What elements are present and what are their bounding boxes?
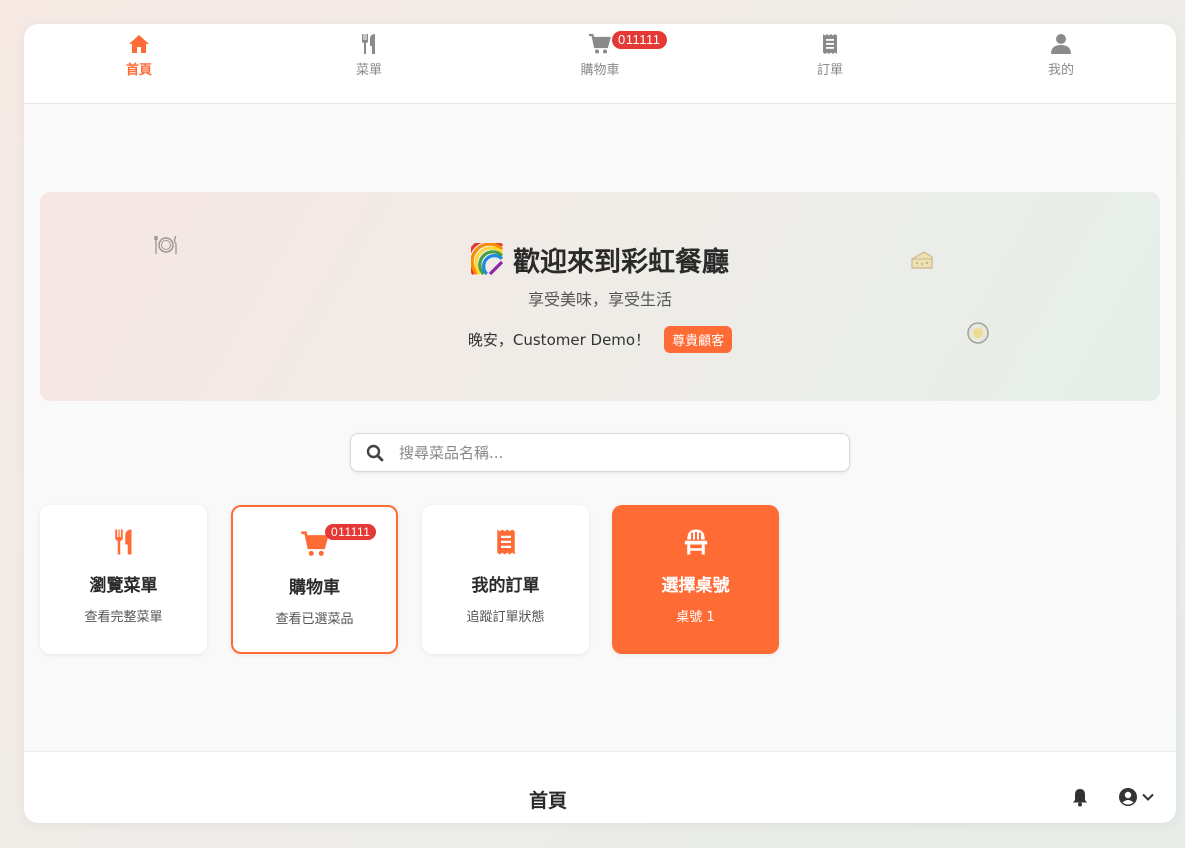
top-nav: 首頁 菜單 購物車 011111 訂單 我的 (24, 24, 1176, 104)
page-title: 首頁 (528, 790, 567, 812)
welcome-banner: 歡迎來到彩虹餐廳 享受美味，享受生活 晚安，Customer Demo！ 尊貴顧… (40, 192, 1160, 401)
card-desc: 查看已選菜品 (275, 612, 354, 627)
card-title: 購物車 (289, 578, 340, 598)
app-window: 首頁 菜單 購物車 011111 訂單 我的 歡迎來到彩虹餐廳 享受美味，享受生… (24, 24, 1176, 823)
cart-icon (589, 33, 611, 54)
cart-card[interactable]: 011111 購物車 查看已選菜品 (231, 505, 398, 654)
greeting-text: 晚安，Customer Demo！ (467, 331, 651, 349)
nav-item-home[interactable]: 首頁 (79, 32, 199, 82)
card-title: 選擇桌號 (661, 576, 730, 596)
greeting-row: 晚安，Customer Demo！ 尊貴顧客 (40, 326, 1160, 353)
vip-badge: 尊貴顧客 (664, 326, 733, 353)
hero-subtitle: 享受美味，享受生活 (527, 290, 672, 309)
select-table-card[interactable]: 選擇桌號 桌號 1 (612, 505, 779, 654)
nav-item-menu[interactable]: 菜單 (309, 32, 429, 82)
nav-label-orders: 訂單 (816, 63, 843, 78)
receipt-icon (496, 529, 515, 555)
user-icon (1051, 34, 1071, 54)
utensils-icon (114, 529, 131, 555)
card-desc: 查看完整菜單 (84, 610, 163, 625)
user-menu-button[interactable] (1118, 787, 1158, 807)
chair-icon (684, 529, 707, 555)
home-icon (129, 35, 149, 53)
chevron-down-icon (1142, 793, 1154, 801)
utensils-icon (362, 34, 375, 54)
nav-label-profile: 我的 (1047, 63, 1074, 78)
search-icon (351, 444, 399, 462)
my-orders-card[interactable]: 我的訂單 追蹤訂單狀態 (422, 505, 589, 654)
card-title: 我的訂單 (471, 576, 540, 596)
nav-label-home: 首頁 (125, 63, 152, 78)
nav-label-cart: 購物車 (580, 63, 620, 78)
card-desc: 追蹤訂單狀態 (466, 610, 545, 625)
bottom-bar: 首頁 (24, 751, 1176, 823)
card-title: 瀏覽菜單 (89, 576, 158, 596)
bell-icon[interactable] (1070, 787, 1090, 807)
cart-card-badge: 011111 (325, 524, 377, 540)
nav-label-menu: 菜單 (355, 63, 382, 78)
nav-item-cart[interactable]: 購物車 011111 (540, 31, 667, 82)
card-desc: 桌號 1 (676, 610, 715, 625)
search-input[interactable] (399, 443, 819, 462)
hero-title-row: 歡迎來到彩虹餐廳 (40, 240, 1160, 279)
rainbow-icon (471, 242, 504, 275)
receipt-icon (823, 34, 837, 54)
cart-count-badge: 011111 (612, 31, 667, 49)
nav-item-orders[interactable]: 訂單 (770, 32, 890, 82)
search-bar (350, 433, 850, 472)
user-circle-icon (1119, 788, 1137, 806)
hero-title: 歡迎來到彩虹餐廳 (513, 247, 729, 278)
browse-menu-card[interactable]: 瀏覽菜單 查看完整菜單 (40, 505, 207, 654)
nav-item-profile[interactable]: 我的 (1001, 32, 1121, 82)
